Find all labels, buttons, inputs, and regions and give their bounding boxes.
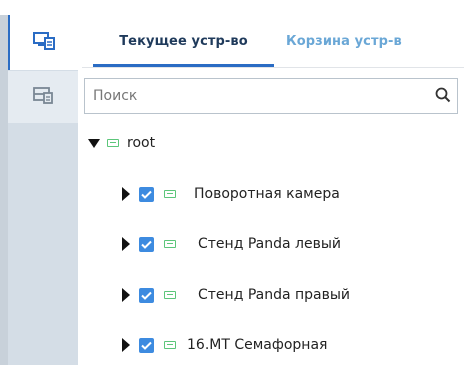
device-icon xyxy=(164,240,176,248)
checkbox-checked[interactable] xyxy=(139,287,154,303)
tree-item-label: Стенд Panda левый xyxy=(198,236,341,252)
device-icon xyxy=(164,341,176,349)
search-box xyxy=(84,78,458,114)
tree-item[interactable]: Стенд Panda левый xyxy=(122,232,341,256)
tree-item[interactable]: 16.МТ Семафорная xyxy=(122,333,327,357)
search-input[interactable] xyxy=(85,79,441,113)
collapse-caret-icon[interactable] xyxy=(122,338,130,352)
expand-caret-icon[interactable] xyxy=(88,138,100,148)
side-rail xyxy=(0,15,78,365)
device-icon xyxy=(164,190,176,198)
checkbox-checked[interactable] xyxy=(139,337,154,353)
device-trash-rail-button[interactable] xyxy=(8,71,78,123)
tree-item[interactable]: Поворотная камера xyxy=(122,182,340,206)
tree-item-label: Поворотная камера xyxy=(194,186,340,202)
search-icon[interactable] xyxy=(435,87,451,107)
rail-empty-area xyxy=(8,124,78,365)
checkbox-checked[interactable] xyxy=(139,236,154,252)
device-group-icon xyxy=(107,139,119,147)
device-icon xyxy=(164,291,176,299)
tree-root-label: root xyxy=(127,135,156,151)
collapse-caret-icon[interactable] xyxy=(122,237,130,251)
tree-item-label: 16.МТ Семафорная xyxy=(187,337,328,353)
current-devices-rail-button[interactable] xyxy=(8,15,78,70)
collapse-caret-icon[interactable] xyxy=(122,187,130,201)
tree-item-label: Стенд Panda правый xyxy=(198,287,351,303)
tree-root-row[interactable]: root xyxy=(88,131,155,155)
collapse-caret-icon[interactable] xyxy=(122,288,130,302)
tab-bar: Текущее устр-во Корзина устр-в xyxy=(82,17,464,68)
tab-device-trash[interactable]: Корзина устр-в xyxy=(286,17,402,67)
tab-current-device[interactable]: Текущее устр-во xyxy=(93,17,274,67)
tree-item[interactable]: Стенд Panda правый xyxy=(122,283,350,307)
rail-strip xyxy=(0,15,8,365)
device-list-icon xyxy=(33,31,55,55)
device-trash-icon xyxy=(32,85,54,109)
checkbox-checked[interactable] xyxy=(139,186,154,202)
